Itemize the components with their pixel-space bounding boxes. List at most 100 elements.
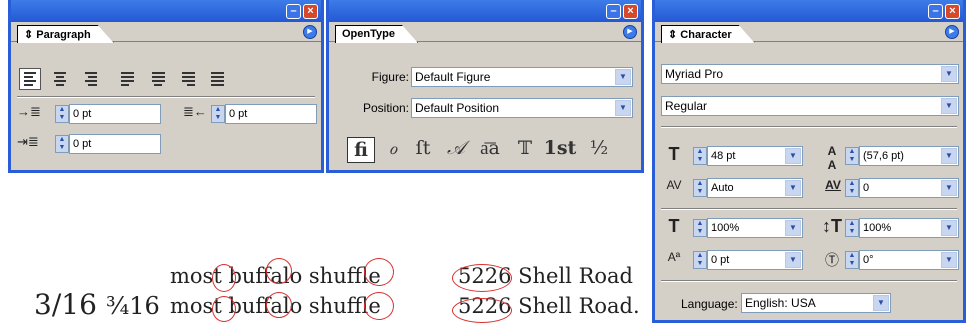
skew-input[interactable]: 0° ▼ xyxy=(859,250,959,270)
skew-icon: Ⓣ xyxy=(825,252,839,268)
sample-fraction-1: 3/16 xyxy=(34,288,97,321)
first-line-indent-icon: ⇥≣ xyxy=(17,134,39,149)
tab-character[interactable]: ⇕ Character xyxy=(661,25,755,43)
justify-center-button[interactable] xyxy=(147,68,169,90)
ordinals-button[interactable]: 1st xyxy=(541,137,579,159)
vertical-scale-icon: T xyxy=(668,216,680,236)
opentype-titlebar[interactable]: – × xyxy=(329,0,641,22)
tracking-input[interactable]: 0 ▼ xyxy=(859,178,959,198)
paragraph-titlebar[interactable]: – × xyxy=(11,0,321,22)
paragraph-tabrow: ⇕ Paragraph ▶ xyxy=(11,22,321,42)
tab-arrows-icon: ⇕ xyxy=(668,29,681,41)
ligatures-button[interactable]: fi xyxy=(347,137,375,163)
highlight-circle xyxy=(266,292,292,318)
chevron-down-icon[interactable]: ▼ xyxy=(941,252,957,268)
chevron-down-icon[interactable]: ▼ xyxy=(615,69,631,85)
paragraph-panel: – × ⇕ Paragraph ▶ →≣ ▲ ▼ 0 pt ≣← ▲ ▼ 0 pt … xyxy=(8,0,324,173)
kerning-icon: AV xyxy=(666,178,682,192)
character-tabrow: ⇕ Character ▶ xyxy=(655,22,963,42)
character-titlebar[interactable]: – × xyxy=(655,0,963,22)
justify-right-button[interactable] xyxy=(177,68,199,90)
chevron-down-icon[interactable]: ▼ xyxy=(615,100,631,116)
skew-spinner[interactable]: ▲ ▼ xyxy=(845,251,859,269)
position-label: Position: xyxy=(362,101,409,115)
position-select[interactable]: Default Position ▼ xyxy=(411,98,633,118)
close-button[interactable]: × xyxy=(303,4,318,19)
minimize-button[interactable]: – xyxy=(928,4,943,19)
sample-fraction-2: ¾16 xyxy=(106,292,160,320)
font-size-spinner[interactable]: ▲ ▼ xyxy=(693,147,707,165)
first-line-indent-spinner[interactable]: ▲ ▼ xyxy=(55,135,69,153)
tab-opentype[interactable]: OpenType xyxy=(335,25,418,43)
horizontal-scale-input[interactable]: 100% ▼ xyxy=(859,218,959,238)
swash-button[interactable]: 𝒜 xyxy=(441,137,471,159)
chevron-down-icon[interactable]: ▼ xyxy=(941,180,957,196)
tracking-icon: AV xyxy=(825,178,841,192)
panel-menu-icon[interactable]: ▶ xyxy=(623,25,637,39)
left-indent-icon: →≣ xyxy=(17,104,41,119)
chevron-down-icon[interactable]: ▼ xyxy=(873,295,889,311)
vertical-scale-input[interactable]: 100% ▼ xyxy=(707,218,803,238)
leading-input[interactable]: (57,6 pt) ▼ xyxy=(859,146,959,166)
panel-menu-icon[interactable]: ▶ xyxy=(945,25,959,39)
opentype-tabrow: OpenType ▶ xyxy=(329,22,641,42)
historical-forms-button[interactable]: ſt xyxy=(409,137,437,159)
language-select[interactable]: English: USA ▼ xyxy=(741,293,891,313)
highlight-circle xyxy=(212,296,236,322)
divider xyxy=(661,208,957,210)
right-indent-icon: ≣← xyxy=(183,104,207,119)
chevron-down-icon[interactable]: ▼ xyxy=(785,220,801,236)
first-line-indent-input[interactable]: 0 pt xyxy=(69,134,161,154)
leading-icon: AA xyxy=(827,144,837,172)
vertical-scale-spinner[interactable]: ▲ ▼ xyxy=(693,219,707,237)
highlight-circle xyxy=(452,298,512,323)
discretionary-ligatures-button[interactable]: ℴ xyxy=(379,137,407,159)
language-label: Language: xyxy=(681,297,738,311)
minimize-button[interactable]: – xyxy=(606,4,621,19)
close-button[interactable]: × xyxy=(945,4,960,19)
justify-left-button[interactable] xyxy=(117,68,139,90)
highlight-circle xyxy=(212,264,236,292)
kerning-input[interactable]: Auto ▼ xyxy=(707,178,803,198)
left-indent-spinner[interactable]: ▲ ▼ xyxy=(55,105,69,123)
right-indent-spinner[interactable]: ▲ ▼ xyxy=(211,105,225,123)
titling-alternates-button[interactable]: 𝕋 xyxy=(511,137,539,159)
align-right-button[interactable] xyxy=(79,68,101,90)
align-center-button[interactable] xyxy=(49,68,71,90)
leading-spinner[interactable]: ▲ ▼ xyxy=(845,147,859,165)
divider xyxy=(661,126,957,128)
panel-menu-icon[interactable]: ▶ xyxy=(303,25,317,39)
justify-all-button[interactable] xyxy=(207,68,229,90)
font-size-input[interactable]: 48 pt ▼ xyxy=(707,146,803,166)
tracking-spinner[interactable]: ▲ ▼ xyxy=(845,179,859,197)
chevron-down-icon[interactable]: ▼ xyxy=(941,98,957,114)
baseline-shift-spinner[interactable]: ▲ ▼ xyxy=(693,251,707,269)
character-panel: – × ⇕ Character ▶ Myriad Pro ▼ Regular ▼… xyxy=(652,0,966,323)
stylistic-alternates-button[interactable]: a͞a xyxy=(473,137,507,160)
font-style-select[interactable]: Regular ▼ xyxy=(661,96,959,116)
minimize-button[interactable]: – xyxy=(286,4,301,19)
close-button[interactable]: × xyxy=(623,4,638,19)
horizontal-scale-spinner[interactable]: ▲ ▼ xyxy=(845,219,859,237)
align-left-button[interactable] xyxy=(19,68,41,90)
chevron-down-icon[interactable]: ▼ xyxy=(785,180,801,196)
figure-select[interactable]: Default Figure ▼ xyxy=(411,67,633,87)
highlight-circle xyxy=(452,264,512,292)
tab-paragraph[interactable]: ⇕ Paragraph xyxy=(17,25,114,43)
left-indent-input[interactable]: 0 pt xyxy=(69,104,161,124)
fractions-button[interactable]: ½ xyxy=(585,137,613,159)
divider xyxy=(661,280,957,282)
kerning-spinner[interactable]: ▲ ▼ xyxy=(693,179,707,197)
chevron-down-icon[interactable]: ▼ xyxy=(941,220,957,236)
chevron-down-icon[interactable]: ▼ xyxy=(941,66,957,82)
chevron-down-icon[interactable]: ▼ xyxy=(941,148,957,164)
highlight-circle xyxy=(364,292,394,320)
font-size-icon: T xyxy=(668,144,680,164)
chevron-down-icon[interactable]: ▼ xyxy=(785,148,801,164)
right-indent-input[interactable]: 0 pt xyxy=(225,104,317,124)
font-family-select[interactable]: Myriad Pro ▼ xyxy=(661,64,959,84)
chevron-down-icon[interactable]: ▼ xyxy=(785,252,801,268)
baseline-shift-input[interactable]: 0 pt ▼ xyxy=(707,250,803,270)
highlight-circle xyxy=(266,258,292,284)
opentype-panel: – × OpenType ▶ Figure: Default Figure ▼ … xyxy=(326,0,644,173)
